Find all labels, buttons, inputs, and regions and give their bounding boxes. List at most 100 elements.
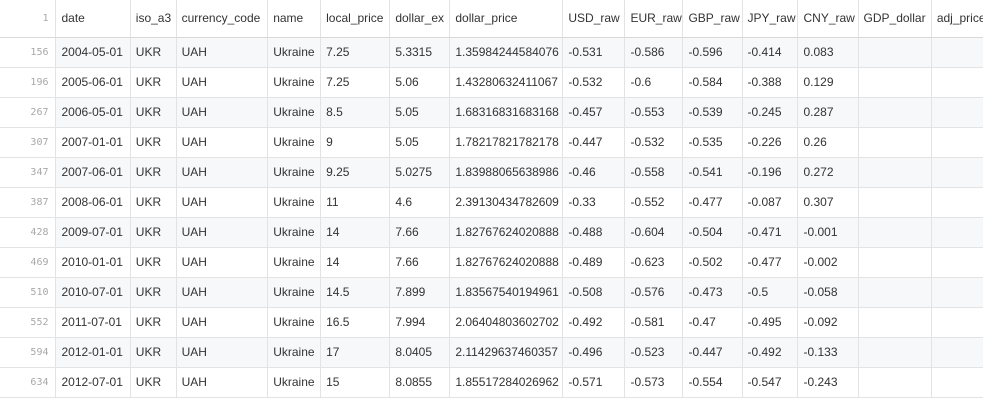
cell-local-price[interactable]: 14 <box>320 247 391 278</box>
cell-dollar-ex[interactable]: 5.06 <box>389 67 451 98</box>
cell-currency-code[interactable]: UAH <box>176 97 269 128</box>
cell-name[interactable]: Ukraine <box>267 187 322 218</box>
cell-gdp-dollar[interactable] <box>858 307 932 338</box>
cell-jpy-raw[interactable]: -0.547 <box>742 367 799 398</box>
cell-usd-raw[interactable]: -0.531 <box>562 37 626 68</box>
cell-usd-raw[interactable]: -0.457 <box>562 97 626 128</box>
cell-eur-raw[interactable]: -0.532 <box>624 127 684 158</box>
cell-adj-price[interactable] <box>931 187 983 218</box>
cell-name[interactable]: Ukraine <box>267 277 322 308</box>
cell-eur-raw[interactable]: -0.6 <box>624 67 684 98</box>
cell-eur-raw[interactable]: -0.558 <box>624 157 684 188</box>
table-row[interactable]: 387 2008-06-01 UKR UAH Ukraine 11 4.6 2.3913043… <box>0 187 983 218</box>
cell-date[interactable]: 2008-06-01 <box>55 187 131 218</box>
table-row[interactable]: 552 2011-07-01 UKR UAH Ukraine 16.5 7.994 2.064… <box>0 307 983 338</box>
cell-dollar-price[interactable]: 1.78217821782178 <box>449 127 564 158</box>
cell-jpy-raw[interactable]: -0.471 <box>742 217 799 248</box>
cell-dollar-price[interactable]: 1.82767624020888 <box>449 217 564 248</box>
cell-usd-raw[interactable]: -0.508 <box>562 277 626 308</box>
cell-cny-raw[interactable]: 0.129 <box>797 67 859 98</box>
table-row[interactable]: 156 2004-05-01 UKR UAH Ukraine 7.25 5.3315 1.35… <box>0 37 983 68</box>
cell-local-price[interactable]: 14 <box>320 217 391 248</box>
cell-dollar-price[interactable]: 1.85517284026962 <box>449 367 564 398</box>
cell-dollar-ex[interactable]: 7.66 <box>389 247 451 278</box>
cell-adj-price[interactable] <box>931 367 983 398</box>
cell-eur-raw[interactable]: -0.604 <box>624 217 684 248</box>
cell-dollar-ex[interactable]: 4.6 <box>389 187 451 218</box>
cell-dollar-price[interactable]: 1.35984244584076 <box>449 37 564 68</box>
cell-eur-raw[interactable]: -0.576 <box>624 277 684 308</box>
cell-currency-code[interactable]: UAH <box>176 307 269 338</box>
cell-gbp-raw[interactable]: -0.473 <box>682 277 743 308</box>
cell-local-price[interactable]: 15 <box>320 367 391 398</box>
cell-gbp-raw[interactable]: -0.47 <box>682 307 743 338</box>
cell-iso-a3[interactable]: UKR <box>130 187 177 218</box>
cell-currency-code[interactable]: UAH <box>176 337 269 368</box>
cell-dollar-ex[interactable]: 5.0275 <box>389 157 451 188</box>
cell-usd-raw[interactable]: -0.571 <box>562 367 626 398</box>
cell-gdp-dollar[interactable] <box>858 277 932 308</box>
cell-cny-raw[interactable]: -0.058 <box>797 277 859 308</box>
cell-local-price[interactable]: 17 <box>320 337 391 368</box>
cell-usd-raw[interactable]: -0.496 <box>562 337 626 368</box>
cell-date[interactable]: 2009-07-01 <box>55 217 131 248</box>
cell-date[interactable]: 2012-07-01 <box>55 367 131 398</box>
cell-name[interactable]: Ukraine <box>267 217 322 248</box>
cell-name[interactable]: Ukraine <box>267 367 322 398</box>
cell-currency-code[interactable]: UAH <box>176 187 269 218</box>
cell-date[interactable]: 2010-01-01 <box>55 247 131 278</box>
cell-gdp-dollar[interactable] <box>858 217 932 248</box>
cell-eur-raw[interactable]: -0.552 <box>624 187 684 218</box>
cell-cny-raw[interactable]: 0.307 <box>797 187 859 218</box>
cell-gbp-raw[interactable]: -0.584 <box>682 67 743 98</box>
cell-local-price[interactable]: 11 <box>320 187 391 218</box>
cell-gbp-raw[interactable]: -0.554 <box>682 367 743 398</box>
cell-name[interactable]: Ukraine <box>267 307 322 338</box>
cell-iso-a3[interactable]: UKR <box>130 367 177 398</box>
column-header-dollar-price[interactable]: dollar_price <box>449 0 564 38</box>
table-row[interactable]: 428 2009-07-01 UKR UAH Ukraine 14 7.66 1.827676… <box>0 217 983 248</box>
cell-gdp-dollar[interactable] <box>858 157 932 188</box>
column-header-dollar-ex[interactable]: dollar_ex <box>389 0 451 38</box>
cell-gdp-dollar[interactable] <box>858 67 932 98</box>
cell-dollar-ex[interactable]: 8.0855 <box>389 367 451 398</box>
cell-name[interactable]: Ukraine <box>267 67 322 98</box>
column-header-iso-a3[interactable]: iso_a3 <box>130 0 177 38</box>
cell-adj-price[interactable] <box>931 157 983 188</box>
cell-cny-raw[interactable]: -0.243 <box>797 367 859 398</box>
cell-jpy-raw[interactable]: -0.5 <box>742 277 799 308</box>
cell-gdp-dollar[interactable] <box>858 247 932 278</box>
cell-dollar-ex[interactable]: 5.05 <box>389 127 451 158</box>
cell-local-price[interactable]: 9 <box>320 127 391 158</box>
cell-cny-raw[interactable]: 0.272 <box>797 157 859 188</box>
cell-currency-code[interactable]: UAH <box>176 157 269 188</box>
cell-gdp-dollar[interactable] <box>858 337 932 368</box>
cell-gdp-dollar[interactable] <box>858 187 932 218</box>
cell-eur-raw[interactable]: -0.573 <box>624 367 684 398</box>
cell-jpy-raw[interactable]: -0.492 <box>742 337 799 368</box>
cell-gbp-raw[interactable]: -0.502 <box>682 247 743 278</box>
cell-dollar-price[interactable]: 1.43280632411067 <box>449 67 564 98</box>
cell-dollar-price[interactable]: 2.06404803602702 <box>449 307 564 338</box>
cell-gbp-raw[interactable]: -0.539 <box>682 97 743 128</box>
cell-name[interactable]: Ukraine <box>267 157 322 188</box>
cell-usd-raw[interactable]: -0.489 <box>562 247 626 278</box>
cell-adj-price[interactable] <box>931 337 983 368</box>
cell-jpy-raw[interactable]: -0.087 <box>742 187 799 218</box>
cell-usd-raw[interactable]: -0.492 <box>562 307 626 338</box>
cell-name[interactable]: Ukraine <box>267 247 322 278</box>
cell-gbp-raw[interactable]: -0.535 <box>682 127 743 158</box>
cell-adj-price[interactable] <box>931 37 983 68</box>
table-row[interactable]: 196 2005-06-01 UKR UAH Ukraine 7.25 5.06 1.4328… <box>0 67 983 98</box>
cell-cny-raw[interactable]: -0.002 <box>797 247 859 278</box>
cell-local-price[interactable]: 7.25 <box>320 37 391 68</box>
cell-gdp-dollar[interactable] <box>858 37 932 68</box>
cell-local-price[interactable]: 8.5 <box>320 97 391 128</box>
cell-name[interactable]: Ukraine <box>267 37 322 68</box>
cell-usd-raw[interactable]: -0.488 <box>562 217 626 248</box>
cell-iso-a3[interactable]: UKR <box>130 127 177 158</box>
cell-eur-raw[interactable]: -0.586 <box>624 37 684 68</box>
cell-jpy-raw[interactable]: -0.495 <box>742 307 799 338</box>
cell-name[interactable]: Ukraine <box>267 97 322 128</box>
cell-jpy-raw[interactable]: -0.196 <box>742 157 799 188</box>
